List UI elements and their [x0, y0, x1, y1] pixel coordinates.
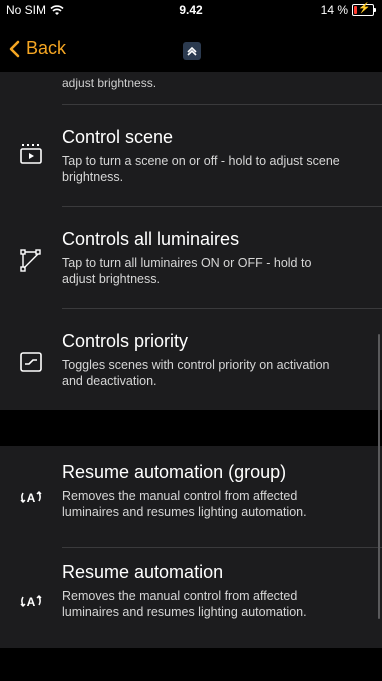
- resume-automation-icon: A: [18, 484, 44, 510]
- item-description: Tap to turn a scene on or off - hold to …: [62, 154, 340, 185]
- item-title: Resume automation (group): [62, 462, 287, 482]
- item-title: Controls priority: [62, 331, 189, 351]
- action-list: adjust brightness. Control scene Tap to …: [0, 72, 382, 681]
- list-item-control-scene[interactable]: Control scene Tap to turn a scene on or …: [0, 105, 382, 205]
- battery-icon: ⚡: [352, 3, 376, 16]
- svg-text:A: A: [27, 491, 36, 505]
- priority-curve-icon: [18, 349, 44, 375]
- item-description: Removes the manual control from affected…: [62, 489, 307, 520]
- item-description: Tap to turn all luminaires ON or OFF - h…: [62, 256, 312, 287]
- resume-automation-icon: A: [18, 588, 44, 614]
- svg-text:A: A: [27, 595, 36, 609]
- list-item-resume-automation-group[interactable]: A Resume automation (group) Removes the …: [0, 446, 382, 547]
- previous-item-description-fragment: adjust brightness.: [62, 76, 157, 90]
- back-label: Back: [26, 38, 67, 58]
- chevron-left-icon: [9, 40, 20, 57]
- luminaires-network-icon: [18, 247, 44, 273]
- back-button[interactable]: Back: [8, 38, 66, 59]
- battery-percent: 14 %: [320, 3, 348, 17]
- scene-clapper-icon: [18, 141, 44, 167]
- navigation-bar: Back: [0, 28, 382, 72]
- scrollbar[interactable]: [378, 334, 380, 619]
- status-bar: No SIM 9.42 14 % ⚡: [0, 0, 382, 20]
- item-title: Control scene: [62, 127, 174, 147]
- item-description: Removes the manual control from affected…: [62, 589, 307, 620]
- section-separator: [0, 410, 382, 446]
- app-logo-icon: [183, 42, 201, 60]
- status-right: 14 % ⚡: [320, 3, 376, 17]
- list-item-controls-all-luminaires[interactable]: Controls all luminaires Tap to turn all …: [0, 207, 382, 307]
- list-item-resume-automation[interactable]: A Resume automation Removes the manual c…: [0, 548, 382, 648]
- bottom-spacer: [0, 648, 382, 681]
- list-item-controls-priority[interactable]: Controls priority Toggles scenes with co…: [0, 309, 382, 409]
- item-description: Toggles scenes with control priority on …: [62, 358, 330, 389]
- item-title: Controls all luminaires: [62, 229, 240, 249]
- item-title: Resume automation: [62, 562, 224, 582]
